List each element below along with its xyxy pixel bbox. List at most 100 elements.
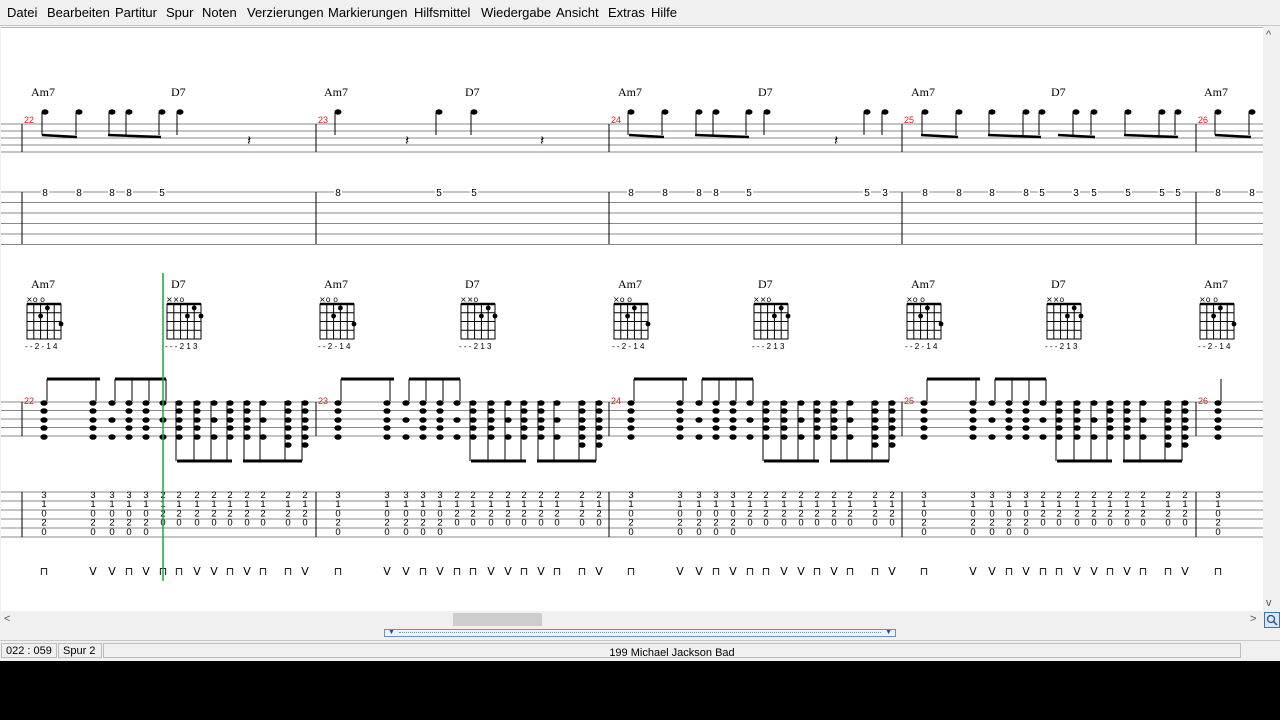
- chord-diagram-open-strings: ×o o: [906, 295, 925, 304]
- strum-down-icon: ⊓: [334, 565, 343, 578]
- menu-hilfsmittel[interactable]: Hilfsmittel: [414, 5, 470, 20]
- rhythm-tab-number: 0: [1040, 518, 1045, 529]
- rhythm-tab-number: 0: [194, 518, 199, 529]
- rhythm-tab-number: 0: [1165, 518, 1170, 529]
- song-title: 199 Michael Jackson Bad: [609, 647, 735, 659]
- menu-datei[interactable]: Datei: [7, 5, 37, 20]
- menu-hilfe[interactable]: Hilfe: [651, 5, 677, 20]
- rhythm-note-head: [142, 400, 150, 406]
- rhythm-note-head: [125, 400, 133, 406]
- rhythm-tab-number: 0: [798, 518, 803, 529]
- rhythm-note-head: [1039, 400, 1047, 406]
- chord-diagram-dot: [772, 313, 777, 319]
- tab-number: 8: [989, 188, 995, 199]
- note-head: [863, 109, 871, 115]
- chord-diagram-dot: [45, 305, 50, 311]
- menu-spur[interactable]: Spur: [166, 5, 193, 20]
- playback-position-bar[interactable]: ▼ ▼: [384, 629, 896, 637]
- strum-down-icon: ⊓: [1005, 565, 1014, 578]
- tab-number: 5: [1039, 188, 1045, 199]
- note-head: [745, 109, 753, 115]
- rhythm-note-head: [920, 400, 928, 406]
- rhythm-note-head: [108, 434, 116, 440]
- chord-diagram-open-strings: ×o o: [26, 295, 45, 304]
- rhythm-tab-number: 0: [335, 527, 340, 538]
- rhythm-tab-number: 0: [1107, 518, 1112, 529]
- strum-down-icon: ⊓: [175, 565, 184, 578]
- rhythm-tab-number: 0: [384, 527, 389, 538]
- strum-up-icon: V: [695, 565, 703, 578]
- scroll-left-icon[interactable]: <: [4, 613, 10, 625]
- notation-canvas[interactable]: 22Am7 D723Am7 D724Am7 D725Am7 D726Am7𝄽 𝄽𝄽 𝄽8 8 8…: [1, 28, 1263, 612]
- menu-noten[interactable]: Noten: [202, 5, 237, 20]
- rhythm-note-head: [40, 434, 48, 440]
- rhythm-tab-number: 0: [260, 518, 265, 529]
- vertical-scrollbar[interactable]: ^ v: [1263, 27, 1280, 611]
- rhythm-note-head: [334, 434, 342, 440]
- menu-markierungen[interactable]: Markierungen: [328, 5, 408, 20]
- horizontal-scrollbar[interactable]: < >: [0, 611, 1263, 628]
- chord-diagram-dot: [925, 305, 930, 311]
- menu-verzierungen[interactable]: Verzierungen: [247, 5, 324, 20]
- rhythm-note-head: [142, 408, 150, 414]
- menu-extras[interactable]: Extras: [608, 5, 645, 20]
- scroll-up-icon[interactable]: ^: [1266, 29, 1271, 41]
- rhythm-note-head: [969, 434, 977, 440]
- score-view[interactable]: 22 Am7 D7 23 Am7 D7 24 Am7 D7 25 Am7 D7 26 Am7 𝄽 𝄽 𝄽 𝄽 8 8 8…: [1, 27, 1263, 612]
- rhythm-note-head: [627, 425, 635, 431]
- rhythm-note-head: [334, 408, 342, 414]
- chord-diagram-dot: [38, 313, 43, 319]
- rhythm-note-head: [383, 400, 391, 406]
- measure-number: 25: [904, 396, 914, 406]
- scroll-right-icon[interactable]: >: [1250, 613, 1256, 625]
- tab-number: 3: [882, 188, 888, 199]
- rhythm-note-head: [334, 400, 342, 406]
- chord-diagram-fingering: - - 2 - 1 4: [905, 342, 938, 351]
- rhythm-note-head: [40, 408, 48, 414]
- rhythm-note-head: [712, 434, 720, 440]
- horizontal-scroll-thumb[interactable]: [453, 613, 542, 626]
- zoom-button[interactable]: [1264, 612, 1280, 628]
- rhythm-tab-number: 0: [970, 527, 975, 538]
- rhythm-tab-number: 0: [554, 518, 559, 529]
- chord-diagram-dot: [58, 321, 64, 327]
- strum-up-icon: V: [402, 565, 410, 578]
- rhythm-note-head: [920, 408, 928, 414]
- rhythm-tab-number: 0: [521, 518, 526, 529]
- rhythm-tab-number: 0: [713, 527, 718, 538]
- strum-down-icon: ⊓: [746, 565, 755, 578]
- menu-wiedergabe[interactable]: Wiedergabe: [481, 5, 551, 20]
- rhythm-note-head: [89, 434, 97, 440]
- range-start-marker-icon[interactable]: ▼: [388, 629, 395, 636]
- rhythm-note-head: [402, 417, 410, 423]
- magnifier-icon: [1266, 614, 1278, 626]
- chord-name: D7: [758, 85, 773, 99]
- rhythm-tab-number: 0: [1140, 518, 1145, 529]
- rhythm-note-head: [920, 417, 928, 423]
- beam: [1123, 133, 1179, 139]
- note-head: [712, 109, 720, 115]
- rhythm-tab-number: 0: [1023, 527, 1028, 538]
- chord-name: Am7: [911, 85, 935, 99]
- chord-name: Am7: [31, 85, 55, 99]
- chord-diagram-fingering: - - 2 - 1 4: [318, 342, 351, 351]
- menu-ansicht[interactable]: Ansicht: [556, 5, 599, 20]
- rhythm-tab-number: 0: [579, 518, 584, 529]
- rhythm-note-head: [712, 408, 720, 414]
- chord-diagram-dot: [479, 313, 484, 319]
- menu-partitur[interactable]: Partitur: [115, 5, 157, 20]
- scroll-down-icon[interactable]: v: [1266, 597, 1272, 609]
- rhythm-tab-number: 0: [538, 518, 543, 529]
- tab-number: 5: [159, 188, 165, 199]
- tab-number: 5: [1125, 188, 1131, 199]
- chord-diagram-fingering: - - - 2 1 3: [165, 342, 198, 351]
- note-head: [1248, 109, 1256, 115]
- range-end-marker-icon[interactable]: ▼: [885, 629, 892, 636]
- song-panel: 199 Michael Jackson Bad: [103, 643, 1241, 659]
- rhythm-note-head: [729, 425, 737, 431]
- rhythm-note-head: [419, 408, 427, 414]
- note-head: [1090, 109, 1098, 115]
- rhythm-note-head: [436, 417, 444, 423]
- menu-bearbeiten[interactable]: Bearbeiten: [47, 5, 110, 20]
- rhythm-note-head: [453, 434, 461, 440]
